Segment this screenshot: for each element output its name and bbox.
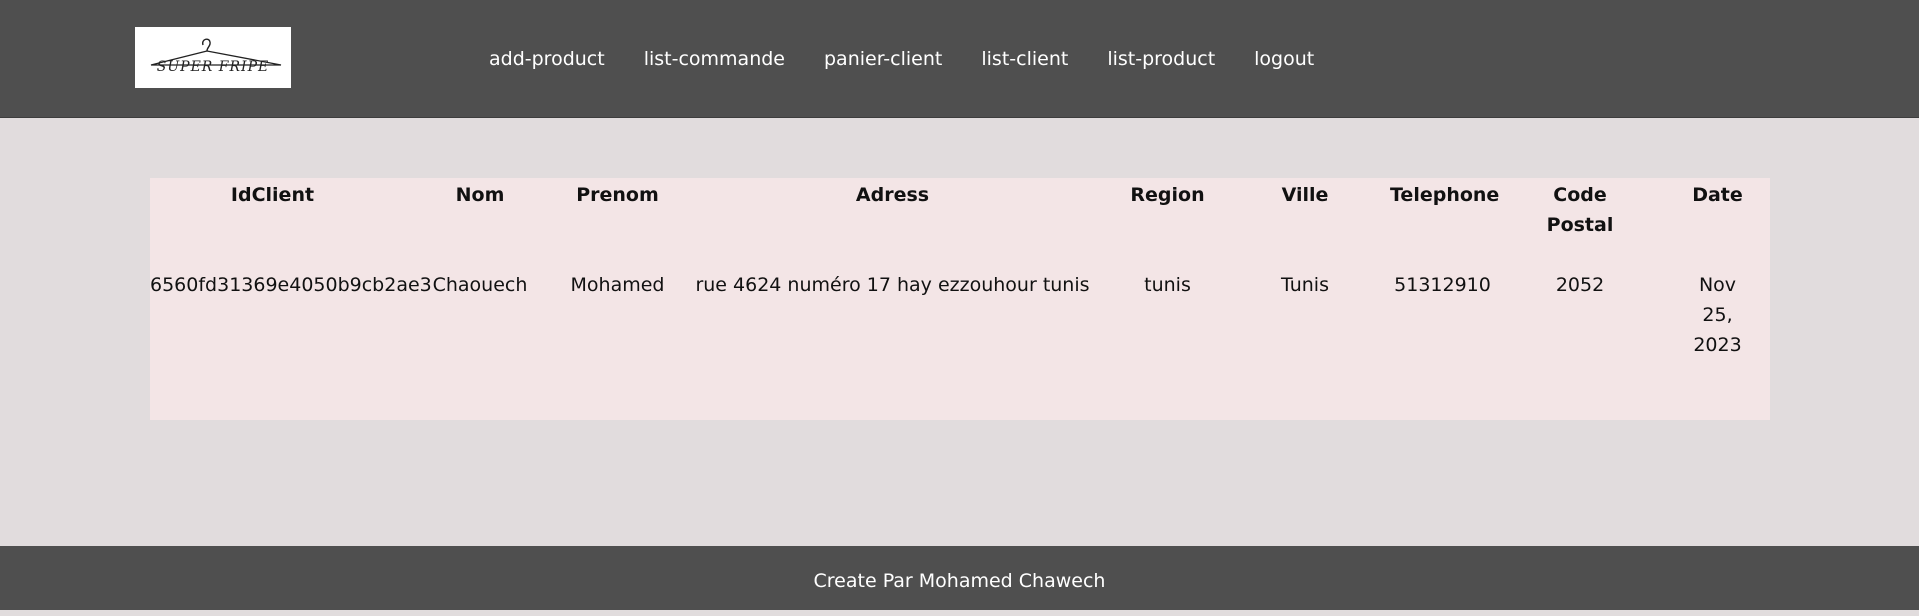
cell-code-postal: 2052 [1555,274,1605,296]
cell-date: Nov 25, 2023 [1693,274,1742,356]
col-header-region: Region [1130,184,1205,206]
table-header-row: IdClient Nom Prenom Adress Region Ville … [150,178,1770,270]
client-table-panel: IdClient Nom Prenom Adress Region Ville … [150,178,1770,420]
col-header-code-postal: Code Postal [1546,184,1614,236]
svg-text:SUPER FRIPE: SUPER FRIPE [157,59,269,75]
nav-list-client[interactable]: list-client [981,45,1068,73]
col-header-adress: Adress [855,184,930,206]
col-header-prenom: Prenom [576,184,659,206]
col-header-telephone: Telephone [1390,184,1500,206]
cell-prenom: Mohamed [570,274,665,296]
cell-ville: Tunis [1281,274,1329,296]
col-header-ville: Ville [1281,184,1329,206]
super-fripe-logo[interactable]: SUPER FRIPE [135,27,291,88]
main-nav: add-product list-commande panier-client … [489,45,1314,73]
nav-list-commande[interactable]: list-commande [644,45,785,73]
hanger-logo-icon: SUPER FRIPE [150,38,282,75]
table-row: 6560fd31369e4050b9cb2ae3 Chaouech Mohame… [150,270,1770,360]
footer-credit-text: Create Par Mohamed Chawech [813,570,1106,592]
nav-logout[interactable]: logout [1254,45,1314,73]
col-header-nom: Nom [455,184,505,206]
cell-telephone: 51312910 [1394,274,1491,296]
col-header-date: Date [1692,184,1743,206]
top-navbar: SUPER FRIPE add-product list-commande pa… [0,0,1919,118]
cell-region: tunis [1144,274,1191,296]
page-footer: Create Par Mohamed Chawech [0,546,1919,610]
client-table: IdClient Nom Prenom Adress Region Ville … [150,178,1770,360]
cell-adress: rue 4624 numéro 17 hay ezzouhour tunis [695,274,1090,296]
nav-add-product[interactable]: add-product [489,45,605,73]
nav-list-product[interactable]: list-product [1107,45,1215,73]
nav-panier-client[interactable]: panier-client [824,45,942,73]
cell-idclient: 6560fd31369e4050b9cb2ae3 [150,274,432,296]
col-header-idclient: IdClient [230,184,315,206]
